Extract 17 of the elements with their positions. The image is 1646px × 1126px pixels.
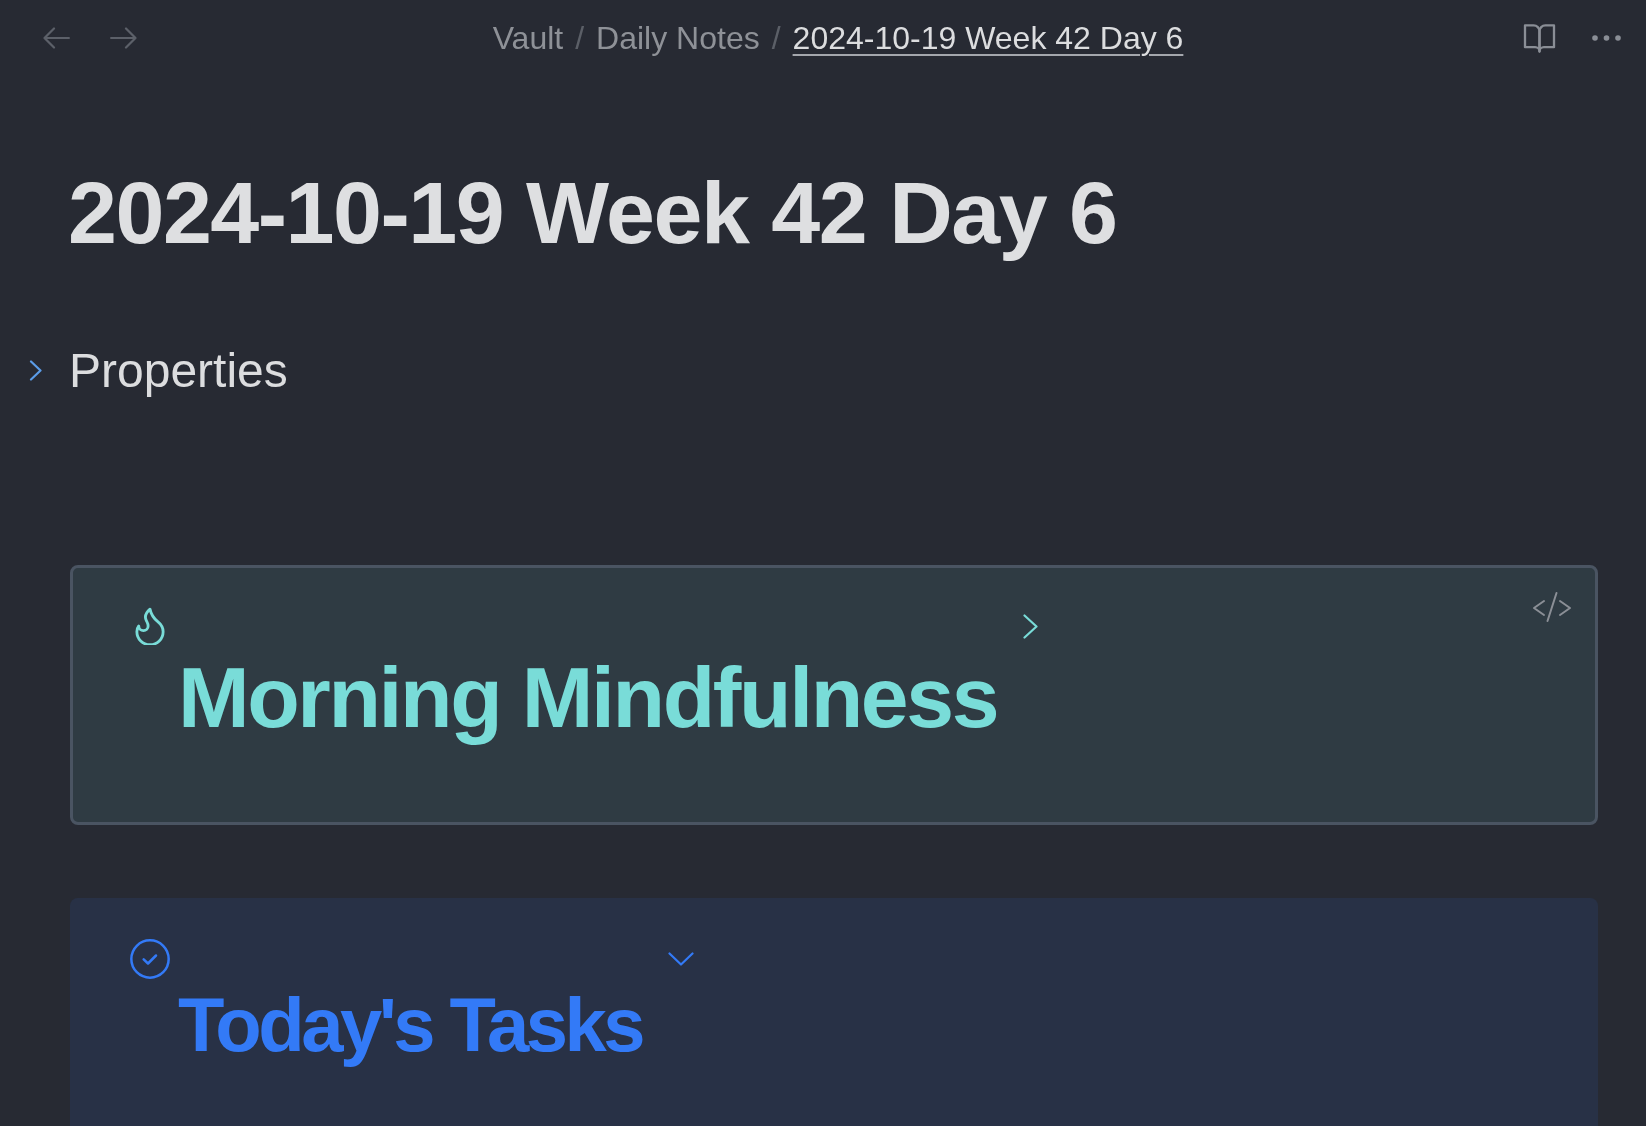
callout-title: Today's Tasks — [178, 982, 642, 1067]
flame-icon — [135, 607, 165, 646]
book-icon[interactable] — [1523, 23, 1556, 53]
chevron-icon[interactable] — [1023, 613, 1039, 639]
more-options-icon[interactable] — [1592, 35, 1621, 41]
breadcrumb-link[interactable]: Vault — [492, 18, 564, 58]
breadcrumb-link[interactable]: Daily Notes — [596, 18, 760, 58]
note-title: 2024-10-19 Week 42 Day 6 — [68, 162, 1118, 264]
breadcrumb-separator: / — [575, 18, 585, 58]
code-icon[interactable] — [1532, 591, 1572, 624]
breadcrumb-separator: / — [771, 18, 781, 58]
chevron-icon[interactable] — [29, 359, 43, 381]
chevron-icon[interactable] — [668, 951, 694, 966]
check-circle-icon — [130, 938, 170, 979]
properties-toggle[interactable]: Properties — [29, 341, 288, 400]
breadcrumb-link[interactable]: 2024-10-19 Week 42 Day 6 — [792, 18, 1184, 58]
callout-title: Morning Mindfulness — [178, 650, 998, 745]
